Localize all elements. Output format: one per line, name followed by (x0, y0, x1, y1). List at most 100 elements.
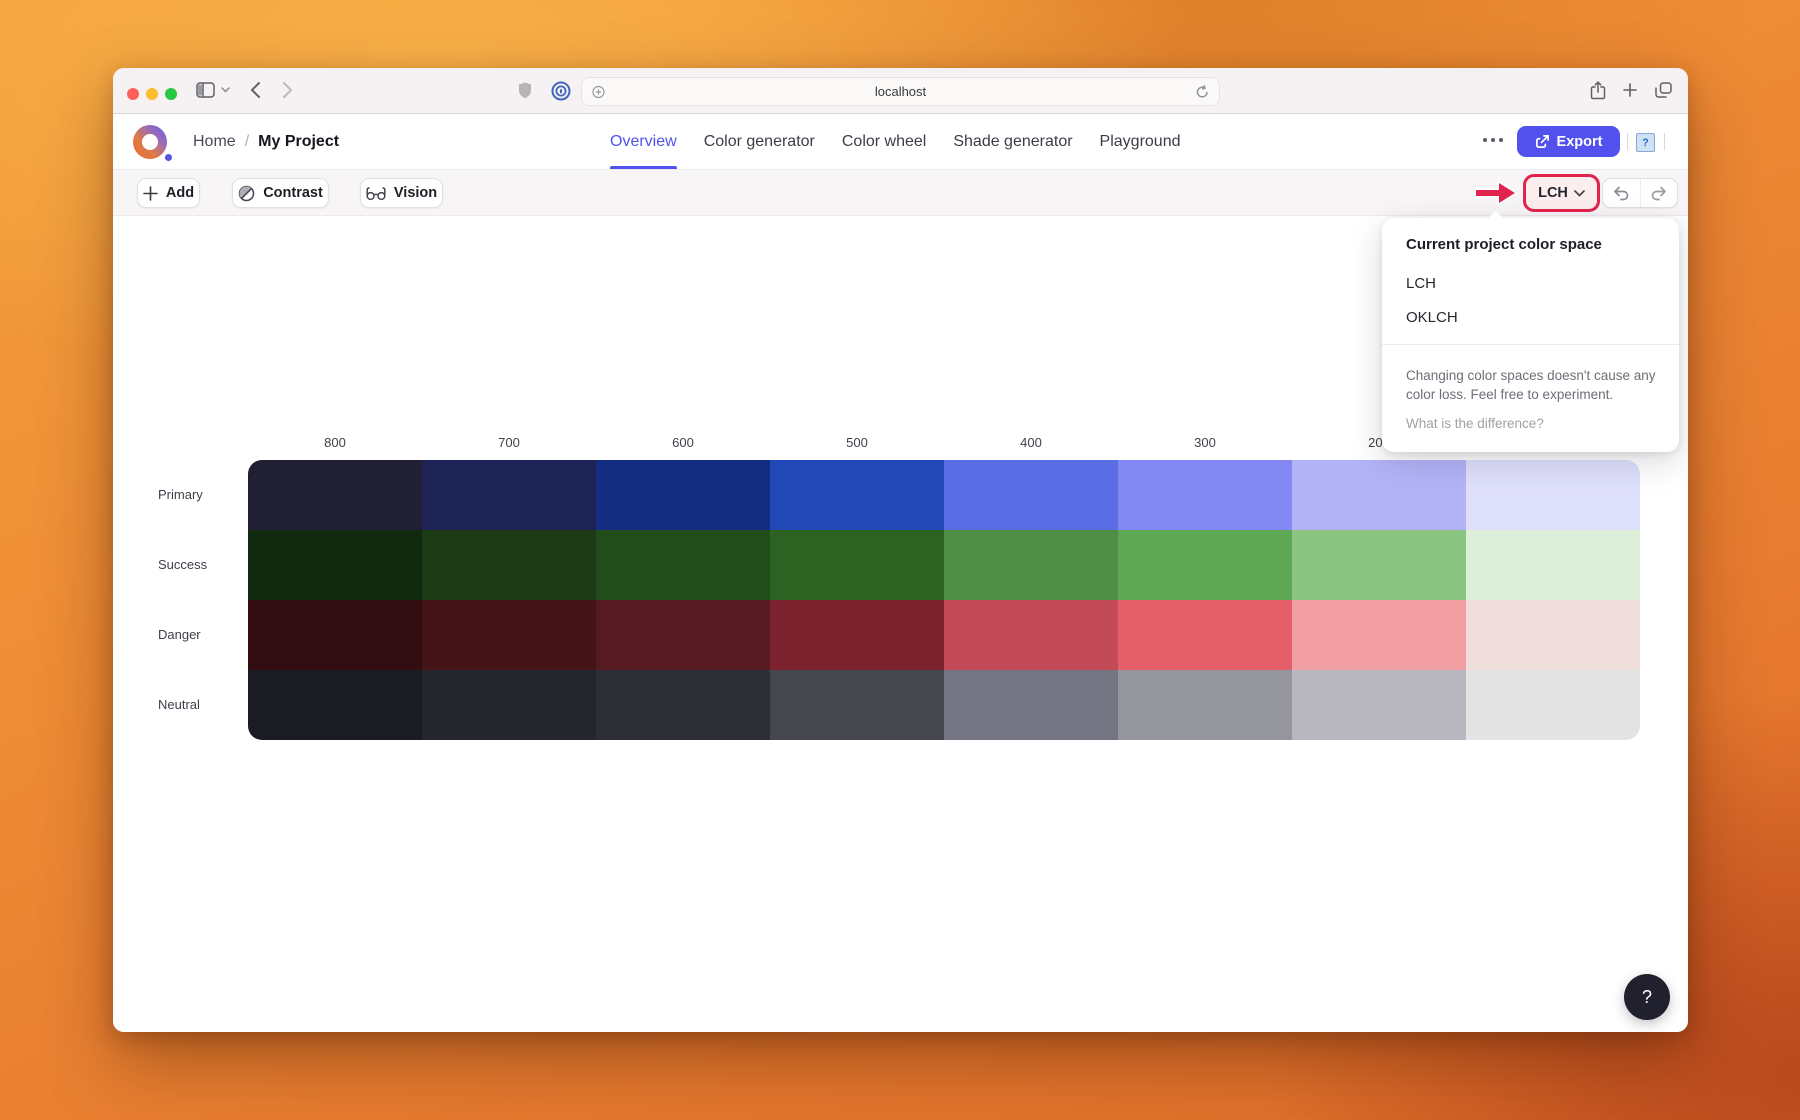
export-icon (1535, 134, 1550, 149)
difference-link[interactable]: What is the difference? (1406, 416, 1544, 431)
contrast-icon (238, 185, 255, 202)
swatch-primary[interactable] (422, 460, 596, 530)
glasses-icon (366, 186, 386, 201)
breadcrumb: Home / My Project (193, 114, 339, 169)
swatch-neutral[interactable] (422, 670, 596, 740)
export-button[interactable]: Export (1517, 126, 1620, 157)
swatch-primary[interactable] (1466, 460, 1640, 530)
swatch-primary[interactable] (248, 460, 422, 530)
app-header: Home / My Project Overview Color generat… (113, 114, 1688, 170)
redo-button[interactable] (1641, 179, 1678, 207)
swatch-success[interactable] (770, 530, 944, 600)
swatch-neutral[interactable] (1466, 670, 1640, 740)
breadcrumb-home-link[interactable]: Home (193, 133, 236, 151)
annotation-arrow-icon (1473, 180, 1519, 206)
swatch-primary[interactable] (770, 460, 944, 530)
swatch-danger[interactable] (1292, 600, 1466, 670)
export-label: Export (1557, 134, 1603, 150)
option-lch[interactable]: LCH (1382, 268, 1679, 298)
swatch-success[interactable] (422, 530, 596, 600)
colorspace-label: LCH (1538, 185, 1568, 201)
privacy-shield-icon[interactable] (518, 82, 532, 99)
more-menu-button[interactable] (1483, 138, 1503, 142)
forward-icon[interactable] (282, 81, 293, 99)
row-label: Primary (158, 460, 243, 530)
chevron-down-icon (1574, 190, 1585, 197)
swatch-neutral[interactable] (596, 670, 770, 740)
dropdown-title: Current project color space (1406, 236, 1602, 253)
close-window-button[interactable] (127, 88, 139, 100)
tab-color-generator[interactable]: Color generator (704, 114, 815, 169)
tab-color-wheel[interactable]: Color wheel (842, 114, 926, 169)
toolbar: Add Contrast (113, 170, 1688, 216)
password-extension-icon[interactable] (551, 81, 571, 101)
contrast-label: Contrast (263, 185, 323, 201)
contrast-button[interactable]: Contrast (232, 178, 329, 208)
minimize-window-button[interactable] (146, 88, 158, 100)
swatch-primary[interactable] (596, 460, 770, 530)
colorspace-dropdown-button[interactable]: LCH (1523, 174, 1600, 212)
palette-row-labels: PrimarySuccessDangerNeutral (158, 460, 243, 740)
swatch-neutral[interactable] (770, 670, 944, 740)
column-header: 400 (944, 435, 1118, 450)
vision-button[interactable]: Vision (360, 178, 443, 208)
swatch-danger[interactable] (770, 600, 944, 670)
chevron-down-icon[interactable] (221, 87, 230, 93)
breadcrumb-separator: / (245, 133, 249, 151)
column-header: 600 (596, 435, 770, 450)
swatch-success[interactable] (596, 530, 770, 600)
row-label: Danger (158, 600, 243, 670)
dropdown-note: Changing color spaces doesn't cause any … (1406, 366, 1658, 404)
tab-overview[interactable]: Overview (610, 114, 677, 169)
swatch-danger[interactable] (596, 600, 770, 670)
swatch-success[interactable] (944, 530, 1118, 600)
swatch-primary[interactable] (1118, 460, 1292, 530)
new-tab-icon[interactable] (1623, 83, 1637, 97)
swatch-danger[interactable] (248, 600, 422, 670)
swatch-success[interactable] (1466, 530, 1640, 600)
add-label: Add (166, 185, 194, 201)
tab-shade-generator[interactable]: Shade generator (953, 114, 1072, 169)
swatch-danger[interactable] (1466, 600, 1640, 670)
zoom-window-button[interactable] (165, 88, 177, 100)
tab-overview-icon[interactable] (1655, 82, 1672, 98)
row-label: Success (158, 530, 243, 600)
back-icon[interactable] (250, 81, 261, 99)
swatch-danger[interactable] (944, 600, 1118, 670)
colorspace-dropdown-panel: Current project color space LCH OKLCH Ch… (1382, 218, 1679, 452)
url-text: localhost (875, 84, 926, 99)
column-header: 800 (248, 435, 422, 450)
broken-image-icon: ? (1636, 133, 1655, 152)
swatch-danger[interactable] (1118, 600, 1292, 670)
swatch-danger[interactable] (422, 600, 596, 670)
app-logo-icon[interactable] (133, 125, 167, 159)
sidebar-toggle-icon[interactable] (196, 82, 215, 98)
header-separator (1664, 133, 1665, 150)
help-button[interactable]: ? (1624, 974, 1670, 1020)
history-button-group (1602, 178, 1678, 208)
add-color-button[interactable]: Add (137, 178, 200, 208)
vision-label: Vision (394, 185, 437, 201)
tab-playground[interactable]: Playground (1100, 114, 1181, 169)
swatch-neutral[interactable] (1292, 670, 1466, 740)
share-icon[interactable] (1590, 81, 1606, 100)
column-header: 500 (770, 435, 944, 450)
address-bar[interactable]: localhost (581, 77, 1220, 106)
browser-chrome: localhost (113, 68, 1688, 114)
swatch-neutral[interactable] (248, 670, 422, 740)
swatch-neutral[interactable] (944, 670, 1118, 740)
swatch-success[interactable] (248, 530, 422, 600)
page-settings-icon[interactable] (592, 85, 605, 98)
palette-grid (248, 460, 1640, 740)
desktop-wallpaper: localhost (0, 0, 1800, 1120)
swatch-primary[interactable] (944, 460, 1118, 530)
swatch-primary[interactable] (1292, 460, 1466, 530)
reload-icon[interactable] (1196, 85, 1209, 99)
option-oklch[interactable]: OKLCH (1382, 302, 1679, 332)
browser-window: localhost (113, 68, 1688, 1032)
swatch-success[interactable] (1292, 530, 1466, 600)
swatch-neutral[interactable] (1118, 670, 1292, 740)
app-logo-dot (165, 154, 172, 161)
undo-button[interactable] (1603, 179, 1641, 207)
swatch-success[interactable] (1118, 530, 1292, 600)
